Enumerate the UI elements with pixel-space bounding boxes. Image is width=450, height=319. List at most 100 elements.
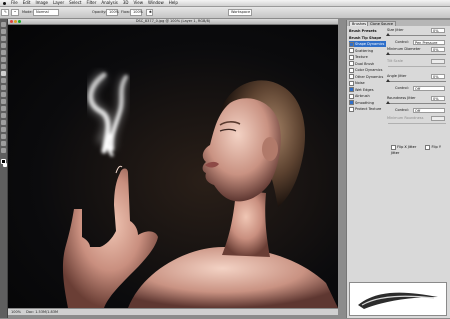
- healing-tool-icon[interactable]: [1, 64, 6, 69]
- close-button[interactable]: [10, 20, 13, 23]
- menu-item-image[interactable]: Image: [35, 0, 48, 6]
- control-label: Control:: [395, 40, 409, 44]
- brush-setting-checkbox[interactable]: [349, 54, 354, 60]
- brush-setting-label: Dual Brush: [355, 61, 375, 66]
- zoom-level[interactable]: 100%: [11, 310, 21, 314]
- brush-stroke-preview-graphic: [358, 292, 438, 309]
- brush-setting-protect-texture[interactable]: Protect Texture: [349, 106, 386, 112]
- path-select-tool-icon[interactable]: [1, 127, 6, 132]
- angle-jitter-slider[interactable]: [386, 79, 446, 82]
- size-jitter-field[interactable]: 0%: [431, 27, 445, 33]
- flow-field[interactable]: 100%: [130, 9, 143, 16]
- brush-setting-checkbox[interactable]: [349, 61, 354, 66]
- menu-bar: File Edit Image Layer Select Filter Analysis 3D…: [0, 0, 450, 7]
- menu-item-help[interactable]: Help: [169, 0, 178, 6]
- roundness-jitter-field[interactable]: 0%: [431, 95, 445, 101]
- brush-setting-other-dynamics[interactable]: Other Dynamics: [349, 74, 386, 80]
- hand-tool-icon[interactable]: [1, 141, 6, 146]
- brush-preset-picker[interactable]: •: [11, 9, 19, 16]
- zoom-button[interactable]: [18, 20, 21, 23]
- mode-label: Mode:: [22, 10, 33, 14]
- roundness-jitter-slider[interactable]: [386, 101, 446, 104]
- apple-menu[interactable]: [3, 1, 6, 5]
- menu-item-analysis[interactable]: Analysis: [101, 0, 117, 6]
- brush-setting-checkbox[interactable]: [349, 93, 354, 99]
- brush-setting-checkbox[interactable]: [349, 87, 354, 92]
- flow-label: Flow:: [121, 10, 130, 14]
- menu-item-view[interactable]: View: [134, 0, 144, 6]
- brush-setting-checkbox[interactable]: [349, 48, 354, 53]
- flip-options: Flip X Jitter Flip Y Jitter: [391, 144, 449, 155]
- doc-size: Doc: 1.53M/1.83M: [26, 310, 58, 314]
- brushes-panel: Brushes Clone Source Brush Presets Brush …: [346, 20, 450, 318]
- gradient-tool-icon[interactable]: [1, 99, 6, 104]
- min-roundness-label: Minimum Roundness: [387, 116, 424, 120]
- marquee-tool-icon[interactable]: [1, 29, 6, 34]
- brush-setting-shape-dynamics[interactable]: Shape Dynamics: [349, 41, 386, 47]
- control-select[interactable]: Pen Pressure: [413, 39, 445, 45]
- brush-setting-label: Brush Presets: [349, 29, 377, 33]
- brush-setting-scattering[interactable]: Scattering: [349, 48, 386, 54]
- brush-setting-texture[interactable]: Texture: [349, 54, 386, 60]
- menu-item-3d[interactable]: 3D: [123, 0, 129, 6]
- lasso-tool-icon[interactable]: [1, 36, 6, 41]
- brush-setting-brush-tip-shape[interactable]: Brush Tip Shape: [349, 35, 386, 41]
- pen-tool-icon[interactable]: [1, 113, 6, 118]
- background-color-swatch[interactable]: [3, 163, 7, 167]
- opacity-field[interactable]: 100%: [106, 9, 119, 16]
- menu-item-layer[interactable]: Layer: [53, 0, 64, 6]
- brush-setting-brush-presets[interactable]: Brush Presets: [349, 28, 386, 34]
- history-brush-tool-icon[interactable]: [1, 85, 6, 90]
- brush-setting-color-dynamics[interactable]: Color Dynamics: [349, 67, 386, 73]
- menu-item-edit[interactable]: Edit: [23, 0, 31, 6]
- document-canvas[interactable]: [8, 25, 338, 308]
- zoom-tool-icon[interactable]: [1, 148, 6, 153]
- min-diameter-slider[interactable]: [386, 52, 446, 55]
- angle-jitter-field[interactable]: 0%: [431, 73, 445, 79]
- minimize-button[interactable]: [14, 20, 17, 23]
- brush-setting-airbrush[interactable]: Airbrush: [349, 93, 386, 99]
- menu-item-select[interactable]: Select: [69, 0, 81, 6]
- angle-control-select[interactable]: Off: [413, 85, 445, 91]
- menu-item-window[interactable]: Window: [148, 0, 164, 6]
- brush-setting-noise[interactable]: Noise: [349, 80, 386, 86]
- tab-clone-source[interactable]: Clone Source: [367, 21, 397, 26]
- brush-setting-checkbox[interactable]: [349, 74, 354, 79]
- eraser-tool-icon[interactable]: [1, 92, 6, 97]
- brush-setting-checkbox[interactable]: [349, 67, 354, 73]
- dodge-tool-icon[interactable]: [1, 106, 6, 111]
- eyedropper-tool-icon[interactable]: [1, 57, 6, 62]
- menu-item-file[interactable]: File: [11, 0, 18, 6]
- brush-tool-icon[interactable]: ✎: [1, 9, 9, 16]
- crop-tool-icon[interactable]: [1, 50, 6, 55]
- brush-setting-checkbox[interactable]: [349, 100, 354, 105]
- brush-setting-dual-brush[interactable]: Dual Brush: [349, 61, 386, 67]
- min-roundness-slider: [388, 123, 446, 124]
- menu-item-filter[interactable]: Filter: [86, 0, 96, 6]
- min-diameter-field[interactable]: 0%: [431, 46, 445, 52]
- brush-setting-smoothing[interactable]: Smoothing: [349, 100, 386, 106]
- brush-setting-checkbox[interactable]: [349, 41, 354, 47]
- brush-setting-checkbox[interactable]: [349, 106, 354, 112]
- roundness-control-label: Control:: [395, 108, 409, 112]
- angle-jitter-row: Angle Jitter 0%: [387, 73, 449, 79]
- brush-stroke-preview: [349, 282, 447, 316]
- brush-setting-label: Protect Texture: [355, 107, 382, 111]
- workspace-menu[interactable]: Workspace: [228, 9, 252, 16]
- mode-select[interactable]: Normal: [33, 9, 59, 16]
- roundness-control-select[interactable]: Off: [413, 107, 445, 113]
- quick-select-tool-icon[interactable]: [1, 43, 6, 48]
- opacity-label: Opacity:: [92, 10, 107, 14]
- shape-tool-icon[interactable]: [1, 134, 6, 139]
- stamp-tool-icon[interactable]: [1, 78, 6, 83]
- type-tool-icon[interactable]: [1, 120, 6, 125]
- move-tool-icon[interactable]: [1, 22, 6, 27]
- brush-tool-icon[interactable]: [1, 71, 6, 76]
- brush-setting-wet-edges[interactable]: Wet Edges: [349, 87, 386, 93]
- airbrush-toggle[interactable]: ✱: [146, 9, 153, 16]
- brush-setting-label: Scattering: [355, 48, 374, 53]
- control-row: Control: Pen Pressure: [387, 39, 449, 45]
- size-jitter-slider[interactable]: [386, 33, 446, 36]
- brush-setting-checkbox[interactable]: [349, 80, 354, 86]
- flip-x-checkbox[interactable]: Flip X Jitter: [391, 144, 416, 150]
